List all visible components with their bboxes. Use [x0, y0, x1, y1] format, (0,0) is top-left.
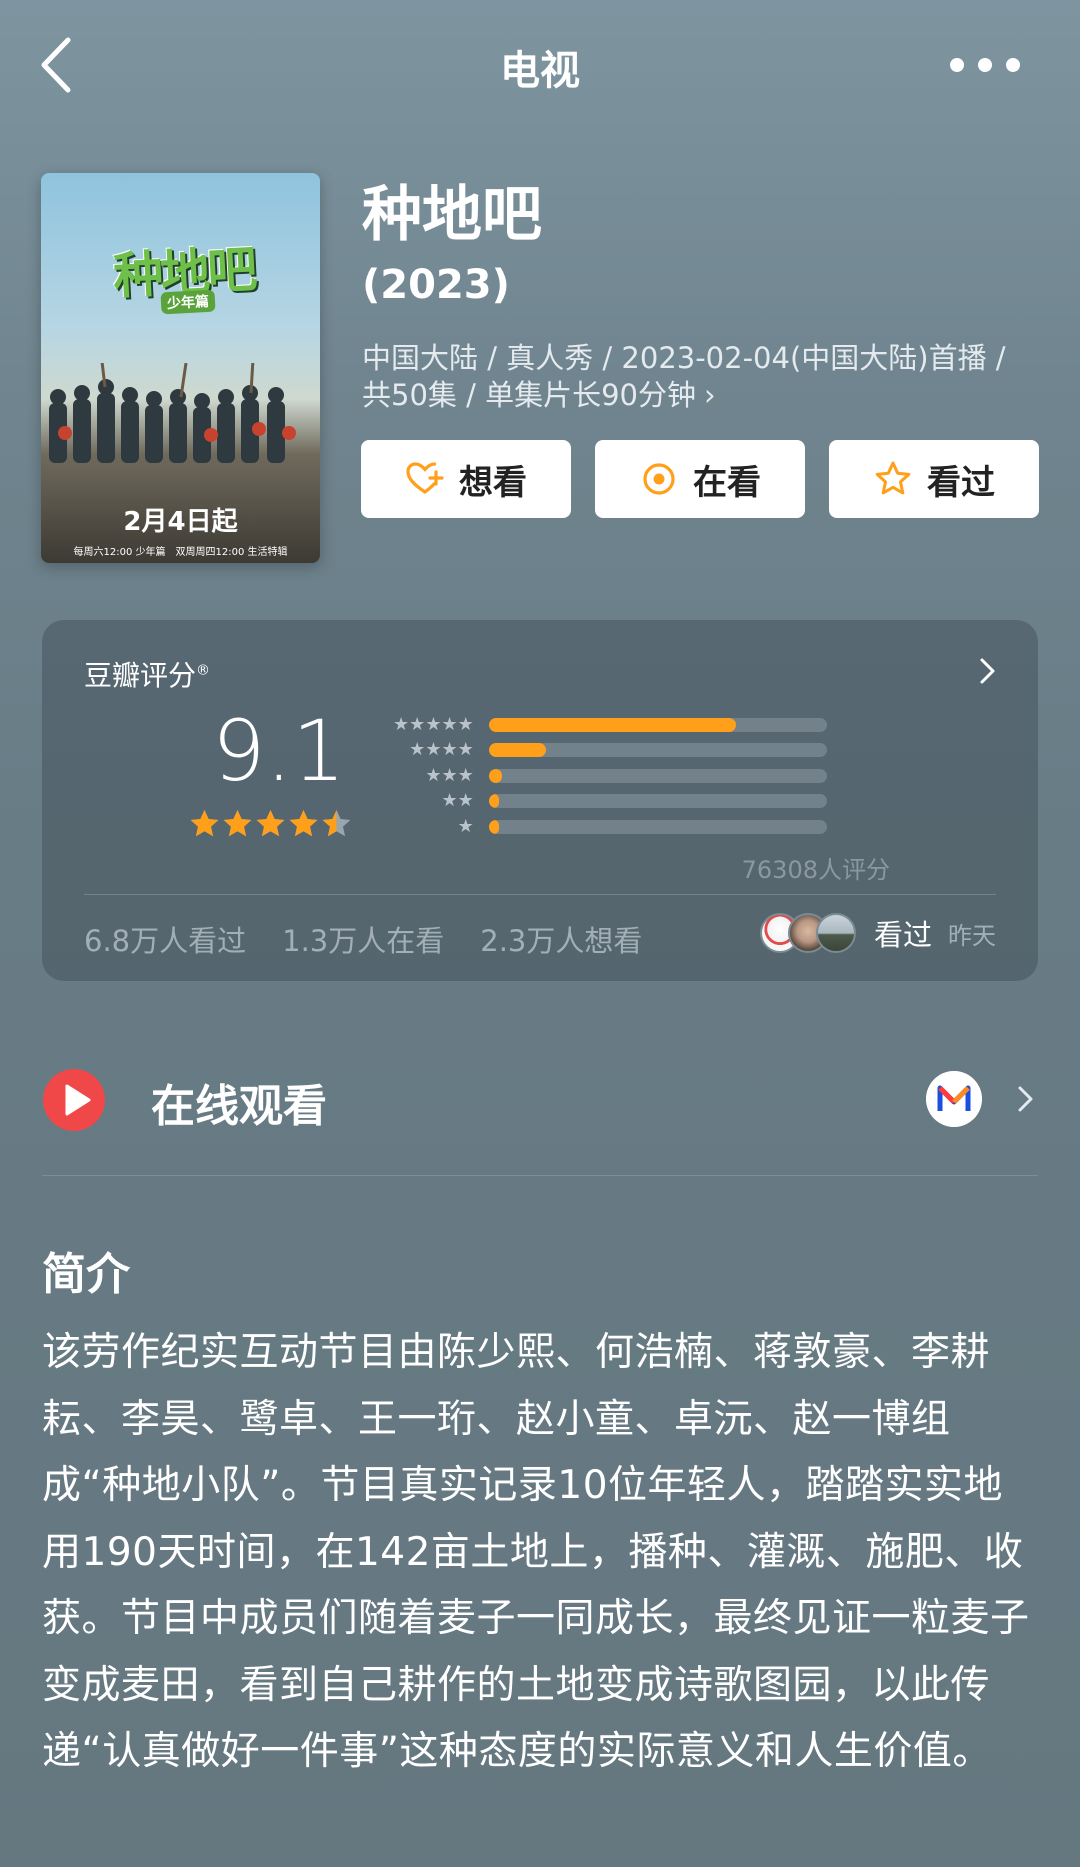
poster-image[interactable]: 种地吧 少年篇 2月4日起 每周六12:00 少年篇 双周周四12:00 生活特…	[41, 173, 320, 563]
star-icon	[190, 810, 219, 837]
chevron-right-icon	[1018, 1086, 1033, 1112]
small-star-icon: ★	[441, 713, 458, 735]
rating-bar-stars: ★	[387, 815, 474, 837]
want-count: 2.3万人想看	[480, 924, 643, 958]
watch-online-label: 在线观看	[151, 1081, 327, 1132]
want-to-watch-label: 想看	[459, 462, 527, 503]
action-buttons: 想看 在看 看过	[361, 440, 1039, 518]
rating-bar-row: ★ ★ ★ ★	[387, 738, 827, 764]
small-star-icon: ★	[457, 790, 474, 812]
play-icon	[43, 1069, 105, 1131]
chevron-right-icon[interactable]	[972, 654, 1002, 688]
poster-schedule: 每周六12:00 少年篇 双周周四12:00 生活特辑	[73, 547, 288, 558]
show-meta-line1: 中国大陆 / 真人秀 / 2023-02-04(中国大陆)首播 /	[362, 341, 1006, 375]
small-star-icon: ★	[441, 790, 458, 812]
rating-bar-track	[488, 768, 827, 783]
rating-card[interactable]: 豆瓣评分® 9.1 ★ ★ ★ ★ ★ ★ ★ ★ ★ ★ ★ ★ ★ ★ ★ 76308人评分 6.8万人…	[42, 620, 1038, 981]
more-dot-icon	[1006, 58, 1020, 72]
star-icon	[322, 810, 351, 837]
small-star-icon: ★	[409, 739, 426, 761]
rating-bar-stars: ★ ★ ★ ★	[387, 741, 474, 759]
rating-stars	[188, 808, 353, 841]
rating-bar-row: ★ ★ ★	[387, 763, 827, 789]
registered-mark: ®	[196, 662, 211, 679]
small-star-icon: ★	[457, 764, 474, 786]
intro-title: 简介	[42, 1249, 130, 1300]
intro-text: 该劳作纪实互动节目由陈少熙、何浩楠、蒋敦豪、李耕耘、李昊、鹭卓、王一珩、赵小童、…	[42, 1330, 1030, 1774]
rating-bar-track	[488, 794, 827, 809]
rating-bar-fill	[488, 768, 503, 783]
rating-count: 76308人评分	[741, 856, 890, 884]
show-year: (2023)	[362, 262, 510, 308]
star-icon	[223, 810, 252, 837]
rating-bar-fill	[488, 717, 736, 732]
rating-bar-fill	[488, 743, 547, 758]
rating-bar-fill	[488, 794, 499, 809]
small-star-icon: ★	[457, 713, 474, 735]
show-meta[interactable]: 中国大陆 / 真人秀 / 2023-02-04(中国大陆)首播 / 共50集 /…	[362, 340, 1052, 414]
watched-count: 6.8万人看过	[84, 924, 247, 958]
small-star-icon: ★	[457, 739, 474, 761]
watched-label: 看过	[927, 462, 995, 503]
avatar	[815, 913, 856, 953]
divider	[42, 1175, 1038, 1176]
rating-label: 豆瓣评分®	[84, 654, 210, 694]
rating-distribution: ★ ★ ★ ★ ★ ★ ★ ★ ★ ★ ★ ★ ★ ★ ★	[387, 712, 827, 840]
small-star-icon: ★	[425, 739, 442, 761]
friends-time: 昨天	[948, 921, 996, 950]
more-dot-icon	[950, 58, 964, 72]
rating-bar-row: ★	[387, 814, 827, 840]
rating-bar-row: ★ ★	[387, 789, 827, 815]
heart-plus-icon	[406, 462, 444, 494]
poster-logo-sub: 少年篇	[160, 289, 216, 315]
show-meta-line2: 共50集 / 单集片长90分钟	[362, 378, 697, 412]
rating-bar-stars: ★ ★	[387, 790, 474, 812]
poster-people-illustration	[49, 363, 296, 463]
rating-bar-stars: ★ ★ ★	[387, 764, 474, 786]
friends-activity[interactable]: 看过 昨天	[759, 912, 996, 954]
small-star-icon: ★	[441, 764, 458, 786]
rating-stats: 6.8万人看过 1.3万人在看 2.3万人想看	[84, 918, 678, 960]
star-icon	[289, 810, 318, 837]
watch-online-row[interactable]: 在线观看	[42, 1060, 1038, 1140]
divider	[84, 894, 996, 895]
small-star-icon: ★	[425, 713, 442, 735]
small-star-icon: ★	[457, 815, 474, 837]
rating-label-text: 豆瓣评分	[84, 659, 197, 692]
watching-count: 1.3万人在看	[282, 924, 445, 958]
star-icon	[256, 810, 285, 837]
small-star-icon: ★	[393, 713, 410, 735]
watching-label: 在看	[693, 462, 761, 503]
top-bar: 电视	[0, 0, 1080, 130]
rating-bar-row: ★ ★ ★ ★ ★	[387, 712, 827, 738]
rating-bar-track	[488, 819, 827, 834]
rating-score: 9.1	[212, 702, 346, 800]
small-star-icon: ★	[441, 739, 458, 761]
target-icon	[643, 463, 675, 495]
show-title: 种地吧	[362, 180, 542, 250]
friends-text: 看过	[873, 918, 932, 952]
rating-bar-stars: ★ ★ ★ ★ ★	[387, 713, 474, 735]
small-star-icon: ★	[425, 764, 442, 786]
rating-bar-track	[488, 743, 827, 758]
page-title: 电视	[500, 48, 580, 94]
want-to-watch-button[interactable]: 想看	[361, 440, 571, 518]
watching-button[interactable]: 在看	[595, 440, 805, 518]
more-options-button[interactable]	[950, 48, 1020, 82]
rating-bar-track	[488, 717, 827, 732]
watched-button[interactable]: 看过	[829, 440, 1039, 518]
more-dot-icon	[978, 58, 992, 72]
chevron-right-icon: ›	[704, 378, 716, 412]
rating-bar-fill	[488, 819, 499, 834]
small-star-icon: ★	[409, 713, 426, 735]
poster-date: 2月4日起	[123, 507, 238, 537]
mango-tv-logo-icon	[926, 1071, 982, 1127]
star-outline-icon	[875, 461, 911, 495]
